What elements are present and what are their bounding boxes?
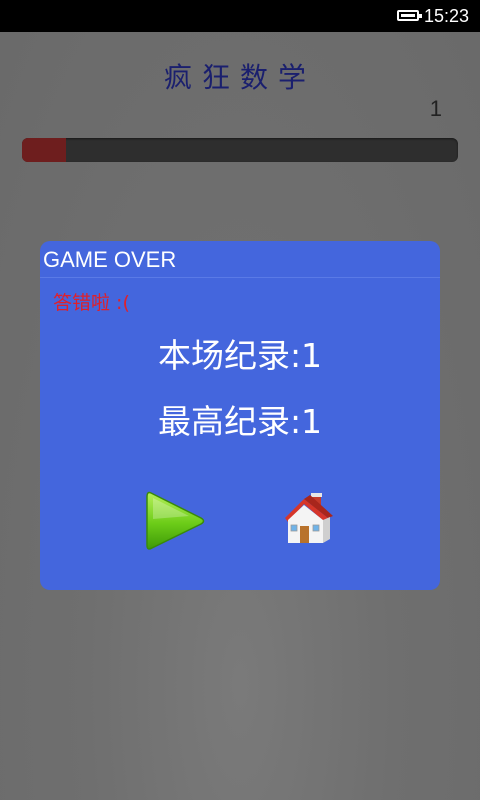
dialog-divider <box>40 277 440 278</box>
dialog-title: GAME OVER <box>43 247 177 272</box>
home-button[interactable] <box>273 491 335 547</box>
play-icon <box>146 491 205 550</box>
current-score-text: 本场纪录:1 <box>157 336 323 375</box>
time-progress-bar <box>22 138 458 162</box>
time-progress-fill <box>22 138 66 162</box>
home-icon <box>285 493 333 543</box>
game-title: 疯狂数学 <box>163 61 316 94</box>
score-counter: 1 <box>429 96 442 121</box>
status-bar: 15:23 <box>0 0 480 32</box>
status-time: 15:23 <box>424 6 470 26</box>
battery-icon <box>397 10 422 21</box>
best-score-text: 最高纪录:1 <box>157 402 323 441</box>
wrong-answer-message: 答错啦 :( <box>53 292 130 314</box>
play-again-button[interactable] <box>145 489 207 553</box>
game-over-dialog: GAME OVER 答错啦 :( 本场纪录:1 最高纪录:1 <box>40 241 440 590</box>
